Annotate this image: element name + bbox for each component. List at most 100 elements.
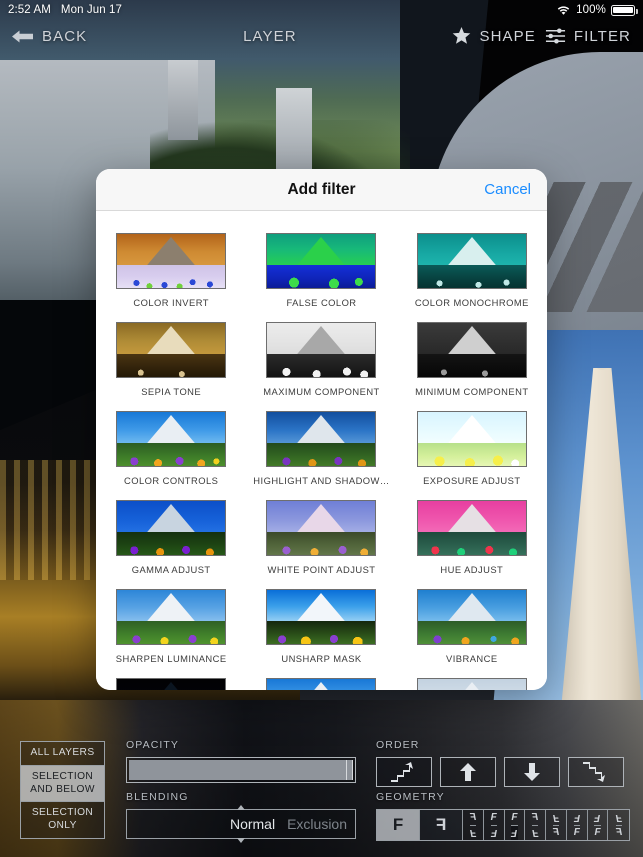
blending-next-value[interactable]: Exclusion xyxy=(287,816,347,832)
dialog-header: Add filter Cancel xyxy=(96,169,547,211)
geometry-option-pair-8[interactable]: F F xyxy=(608,810,629,840)
filter-item[interactable]: HIGHLIGHT AND SHADOW… xyxy=(246,403,396,492)
battery-percent: 100% xyxy=(576,4,606,16)
filter-item-label: UNSHARP MASK xyxy=(281,653,362,664)
filter-thumbnail xyxy=(266,233,377,289)
scope-option-selection-only-line1: SELECTION ONLY xyxy=(31,807,94,831)
scope-option-selection-and-below-line1: SELECTION AND BELOW xyxy=(30,770,95,795)
status-bar: 2:52 AM Mon Jun 17 100% xyxy=(0,0,643,20)
filter-item-label: MAXIMUM COMPONENT xyxy=(263,386,380,397)
geometry-option-pair-4[interactable]: F F xyxy=(525,810,547,840)
back-label: BACK xyxy=(42,27,88,45)
geometry-option-identity[interactable]: F xyxy=(377,810,421,840)
send-to-back-button[interactable] xyxy=(568,757,624,787)
filter-item[interactable]: FALSE COLOR xyxy=(246,225,396,314)
thumbnail-flowers xyxy=(417,536,526,555)
blending-picker[interactable]: Normal Exclusion xyxy=(126,805,356,843)
shape-button[interactable]: SHAPE xyxy=(452,27,535,45)
move-up-button[interactable] xyxy=(440,757,496,787)
filter-button[interactable]: FILTER xyxy=(545,27,631,45)
filter-item[interactable]: COLOR MONOCHROME xyxy=(397,225,547,314)
filter-item[interactable]: MINIMUM COMPONENT xyxy=(397,314,547,403)
thumbnail-mountain xyxy=(287,682,356,690)
filter-item[interactable]: SEPIA TONE xyxy=(96,314,246,403)
filter-thumbnail xyxy=(266,411,377,467)
geometry-glyph-3b: F xyxy=(511,825,518,840)
filter-item-label: EXPOSURE ADJUST xyxy=(423,475,521,486)
scope-option-selection-only[interactable]: SELECTION ONLY xyxy=(21,802,104,838)
navigation-bar: BACK LAYER SHAPE FILTER xyxy=(0,20,643,52)
filter-thumbnail xyxy=(116,589,227,645)
geometry-option-pair-7[interactable]: F F xyxy=(587,810,609,840)
filter-item-label: WHITE POINT ADJUST xyxy=(267,564,376,575)
scope-option-selection-and-below[interactable]: SELECTION AND BELOW xyxy=(21,765,104,803)
opacity-control: OPACITY xyxy=(126,739,356,783)
geometry-glyph-2a: F xyxy=(490,810,497,826)
filter-item[interactable]: GAMMA ADJUST xyxy=(96,492,246,581)
order-control: ORDER xyxy=(376,739,630,787)
thumbnail-flowers xyxy=(417,269,526,288)
geometry-option-pair-3[interactable]: F F xyxy=(504,810,526,840)
filter-thumbnail xyxy=(416,678,527,690)
thumbnail-flowers xyxy=(267,625,376,644)
filter-thumbnail xyxy=(416,322,527,378)
geometry-option-pair-2[interactable]: F F xyxy=(483,810,505,840)
filter-item[interactable]: SHARPEN LUMINANCE xyxy=(96,581,246,670)
star-icon xyxy=(453,27,471,44)
filter-item[interactable]: WHITE POINT ADJUST xyxy=(246,492,396,581)
filter-thumbnail xyxy=(416,589,527,645)
opacity-slider[interactable] xyxy=(126,757,356,783)
thumbnail-flowers xyxy=(117,269,226,288)
geometry-option-pair-6[interactable]: F F xyxy=(566,810,588,840)
background-photo-tower-small xyxy=(168,60,198,140)
filter-thumbnail xyxy=(416,411,527,467)
geometry-option-pair-5[interactable]: F F xyxy=(546,810,567,840)
filter-item[interactable]: HUE ADJUST xyxy=(397,492,547,581)
arrow-left-icon xyxy=(12,30,33,42)
filter-item-label: COLOR CONTROLS xyxy=(123,475,219,486)
filter-item[interactable] xyxy=(246,670,396,690)
filter-item[interactable]: COLOR INVERT xyxy=(96,225,246,314)
back-button[interactable]: BACK xyxy=(0,28,87,45)
move-down-button[interactable] xyxy=(504,757,560,787)
geometry-label: GEOMETRY xyxy=(376,791,445,803)
filter-item[interactable]: EXPOSURE ADJUST xyxy=(397,403,547,492)
opacity-slider-knob[interactable] xyxy=(346,760,353,780)
filter-grid: COLOR INVERT FALSE COLOR COLOR MONOCHROME S… xyxy=(96,225,547,690)
filter-item[interactable]: MAXIMUM COMPONENT xyxy=(246,314,396,403)
arrow-up-stairs-icon xyxy=(391,762,413,782)
arrow-down-icon xyxy=(524,763,540,781)
filter-thumbnail xyxy=(116,678,227,690)
filter-thumbnail xyxy=(116,322,227,378)
filter-item[interactable]: COLOR CONTROLS xyxy=(96,403,246,492)
geometry-glyph-3a: F xyxy=(511,810,518,826)
dialog-body[interactable]: COLOR INVERT FALSE COLOR COLOR MONOCHROME S… xyxy=(96,211,547,690)
geometry-option-pair-1[interactable]: F F xyxy=(463,810,484,840)
scope-option-all-layers[interactable]: ALL LAYERS xyxy=(21,742,104,766)
filter-item-label: FALSE COLOR xyxy=(286,297,357,308)
filter-item-label: HUE ADJUST xyxy=(440,564,504,575)
status-indicators: 100% xyxy=(556,4,638,16)
status-time: 2:52 AM xyxy=(8,4,51,16)
scope-segmented-control: ALL LAYERS SELECTION AND BELOW SELECTION… xyxy=(20,741,105,839)
thumbnail-mountain xyxy=(137,682,206,690)
geometry-glyph-2b: F xyxy=(490,827,497,839)
filter-thumbnail xyxy=(116,411,227,467)
filter-thumbnail xyxy=(266,678,377,690)
geometry-glyph-1b: F xyxy=(469,827,476,839)
opacity-label: OPACITY xyxy=(126,739,180,751)
filter-item[interactable] xyxy=(96,670,246,690)
geometry-glyph-5b: F xyxy=(552,827,560,839)
send-to-front-button[interactable] xyxy=(376,757,432,787)
filter-item[interactable]: UNSHARP MASK xyxy=(246,581,396,670)
thumbnail-flowers xyxy=(117,447,226,466)
filter-item-label: GAMMA ADJUST xyxy=(131,564,211,575)
filter-item[interactable]: VIBRANCE xyxy=(397,581,547,670)
cancel-button[interactable]: Cancel xyxy=(484,181,531,198)
thumbnail-flowers xyxy=(267,536,376,555)
geometry-option-flip-horizontal[interactable]: F xyxy=(420,810,464,840)
order-buttons xyxy=(376,757,630,787)
app-root: 2:52 AM Mon Jun 17 100% BACK LAYER SHAPE… xyxy=(0,0,643,857)
filter-item-label: VIBRANCE xyxy=(446,653,498,664)
filter-item[interactable] xyxy=(397,670,547,690)
